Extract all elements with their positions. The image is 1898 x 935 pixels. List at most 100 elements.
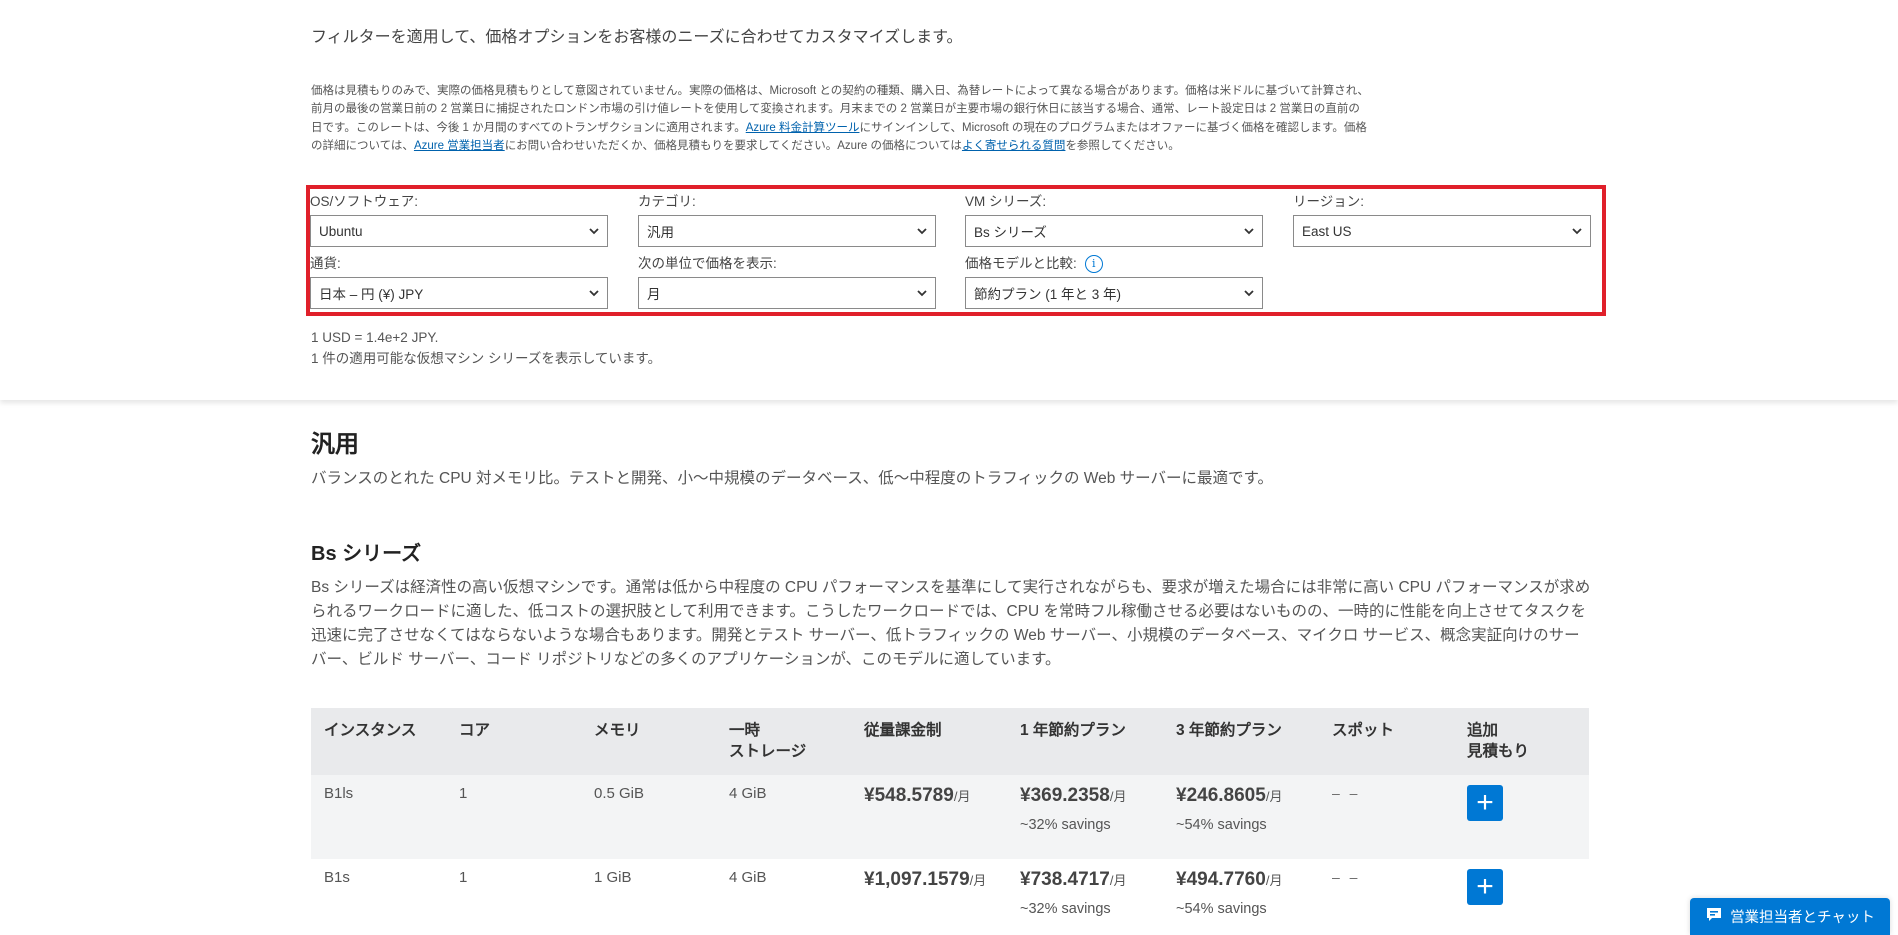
- category-filter: カテゴリ: 汎用: [638, 193, 936, 247]
- pricing-table: インスタンス コア メモリ 一時 ストレージ 従量課金制 1 年節約プラン 3 …: [311, 708, 1589, 935]
- header-add-estimate: 追加 見積もり: [1454, 708, 1589, 775]
- header-1yr-savings-plan: 1 年節約プラン: [1020, 722, 1126, 739]
- result-count: 1 件の適用可能な仮想マシン シリーズを表示しています。: [311, 351, 662, 366]
- disclaimer-text-4: を参照してください。: [1065, 139, 1180, 152]
- header-storage-line1: 一時: [729, 722, 761, 739]
- chat-icon: [1705, 906, 1723, 928]
- add-to-estimate-button[interactable]: +: [1467, 869, 1503, 905]
- cell-3yr: ¥494.7760/月 ~54% savings: [1163, 859, 1319, 935]
- currency-filter: 通貨: 日本 – 円 (¥) JPY: [310, 255, 608, 309]
- vm-series-select-value: Bs シリーズ: [974, 225, 1047, 240]
- header-storage-line2: ストレージ: [729, 743, 807, 760]
- disclaimer-text-3: にお問い合わせいただくか、価格見積もりを要求してください。Azure の価格につ…: [504, 139, 962, 152]
- plus-icon: +: [1476, 870, 1494, 903]
- add-to-estimate-button[interactable]: +: [1467, 785, 1503, 821]
- payg-price: ¥1,097.1579: [864, 869, 970, 890]
- payg-price: ¥548.5789: [864, 785, 954, 806]
- cell-add: +: [1454, 859, 1589, 935]
- header-add-line2: 見積もり: [1467, 743, 1530, 760]
- sp1-price: ¥738.4717: [1020, 869, 1110, 890]
- cell-add: +: [1454, 775, 1589, 859]
- sp3-savings: ~54% savings: [1176, 901, 1267, 917]
- display-unit-select[interactable]: 月: [638, 277, 936, 309]
- exchange-rate: 1 USD = 1.4e+2 JPY.: [311, 330, 439, 345]
- chevron-down-icon: [589, 288, 599, 298]
- table-header: インスタンス コア メモリ 一時 ストレージ 従量課金制 1 年節約プラン 3 …: [311, 708, 1589, 775]
- chevron-down-icon: [1572, 226, 1582, 236]
- category-select-value: 汎用: [647, 225, 674, 240]
- chevron-down-icon: [917, 226, 927, 236]
- cell-1yr: ¥369.2358/月 ~32% savings: [1007, 775, 1163, 859]
- currency-filter-label: 通貨:: [310, 256, 341, 271]
- cell-memory: 1 GiB: [594, 869, 632, 886]
- category-title: 汎用: [311, 431, 359, 458]
- sp3-savings: ~54% savings: [1176, 817, 1267, 833]
- chat-with-sales-button[interactable]: 営業担当者とチャット: [1690, 898, 1890, 935]
- os-select[interactable]: Ubuntu: [310, 215, 608, 247]
- rate-info: 1 USD = 1.4e+2 JPY. 1 件の適用可能な仮想マシン シリーズを…: [311, 327, 661, 369]
- region-filter-label: リージョン:: [1293, 194, 1364, 209]
- pricing-model-select-value: 節約プラン (1 年と 3 年): [974, 287, 1122, 302]
- cell-instance: B1s: [324, 869, 350, 886]
- cell-spot: – –: [1332, 869, 1361, 885]
- table-row: B1ls 1 0.5 GiB 4 GiB ¥548.5789/月 ¥369.23…: [311, 775, 1589, 859]
- category-select[interactable]: 汎用: [638, 215, 936, 247]
- region-select-value: East US: [1302, 223, 1352, 239]
- header-payg: 従量課金制: [864, 722, 942, 739]
- display-unit-filter-label: 次の単位で価格を表示:: [638, 256, 777, 271]
- pricing-model-select[interactable]: 節約プラン (1 年と 3 年): [965, 277, 1263, 309]
- chevron-down-icon: [917, 288, 927, 298]
- series-description: Bs シリーズは経済性の高い仮想マシンです。通常は低から中程度の CPU パフォ…: [311, 579, 1591, 668]
- cell-instance: B1ls: [324, 785, 354, 802]
- region-select[interactable]: East US: [1293, 215, 1591, 247]
- sales-contact-link[interactable]: Azure 営業担当者: [414, 140, 505, 152]
- pricing-disclaimer: 価格は見積もりのみで、実際の価格見積もりとして意図されていません。実際の価格は、…: [311, 82, 1371, 155]
- cell-spot: – –: [1332, 785, 1361, 801]
- faq-link[interactable]: よく寄せられる質問: [962, 140, 1066, 152]
- vm-series-filter: VM シリーズ: Bs シリーズ: [965, 193, 1263, 247]
- cell-storage: 4 GiB: [729, 785, 767, 802]
- header-memory: メモリ: [594, 722, 641, 739]
- series-title: Bs シリーズ: [311, 543, 422, 565]
- price-unit: /月: [1109, 873, 1127, 888]
- chat-button-label: 営業担当者とチャット: [1730, 910, 1875, 926]
- cell-3yr: ¥246.8605/月 ~54% savings: [1163, 775, 1319, 859]
- header-spot: スポット: [1332, 722, 1395, 739]
- price-unit: /月: [953, 789, 971, 804]
- currency-select[interactable]: 日本 – 円 (¥) JPY: [310, 277, 608, 309]
- cell-storage: 4 GiB: [729, 869, 767, 886]
- table-row: B1s 1 1 GiB 4 GiB ¥1,097.1579/月 ¥738.471…: [311, 859, 1589, 935]
- category-filter-label: カテゴリ:: [638, 194, 696, 209]
- cell-memory: 0.5 GiB: [594, 785, 645, 802]
- filter-section: フィルターを適用して、価格オプションをお客様のニーズに合わせてカスタマイズします…: [0, 0, 1898, 400]
- cell-payg: ¥1,097.1579/月: [851, 859, 1007, 935]
- cell-1yr: ¥738.4717/月 ~32% savings: [1007, 859, 1163, 935]
- category-description: バランスのとれた CPU 対メモリ比。テストと開発、小～中規模のデータベース、低…: [311, 470, 1273, 487]
- chevron-down-icon: [589, 226, 599, 236]
- os-select-value: Ubuntu: [319, 223, 363, 239]
- header-storage: 一時 ストレージ: [716, 708, 851, 775]
- chevron-down-icon: [1244, 226, 1254, 236]
- sp1-savings: ~32% savings: [1020, 817, 1111, 833]
- price-unit: /月: [1109, 789, 1127, 804]
- filters-highlight-box: OS/ソフトウェア: Ubuntu カテゴリ: 汎用 VM シリーズ: Bs シ…: [306, 185, 1606, 316]
- vm-series-select[interactable]: Bs シリーズ: [965, 215, 1263, 247]
- cell-cores: 1: [459, 785, 468, 802]
- price-unit: /月: [1265, 873, 1283, 888]
- cell-cores: 1: [459, 869, 468, 886]
- header-cores: コア: [459, 722, 491, 739]
- header-3yr-savings-plan: 3 年節約プラン: [1176, 722, 1282, 739]
- display-unit-select-value: 月: [647, 287, 661, 302]
- header-add-line1: 追加: [1467, 722, 1499, 739]
- os-filter-label: OS/ソフトウェア:: [310, 194, 419, 209]
- pricing-model-filter: 価格モデルと比較: i 節約プラン (1 年と 3 年): [965, 255, 1263, 309]
- pricing-model-filter-label: 価格モデルと比較: i: [965, 255, 1263, 273]
- sp3-price: ¥246.8605: [1176, 785, 1266, 806]
- currency-select-value: 日本 – 円 (¥) JPY: [319, 287, 424, 302]
- info-icon[interactable]: i: [1084, 255, 1103, 273]
- pricing-calculator-link[interactable]: Azure 料金計算ツール: [746, 122, 860, 134]
- plus-icon: +: [1476, 786, 1494, 819]
- display-unit-filter: 次の単位で価格を表示: 月: [638, 255, 936, 309]
- vm-series-filter-label: VM シリーズ:: [965, 194, 1047, 209]
- sp1-savings: ~32% savings: [1020, 901, 1111, 917]
